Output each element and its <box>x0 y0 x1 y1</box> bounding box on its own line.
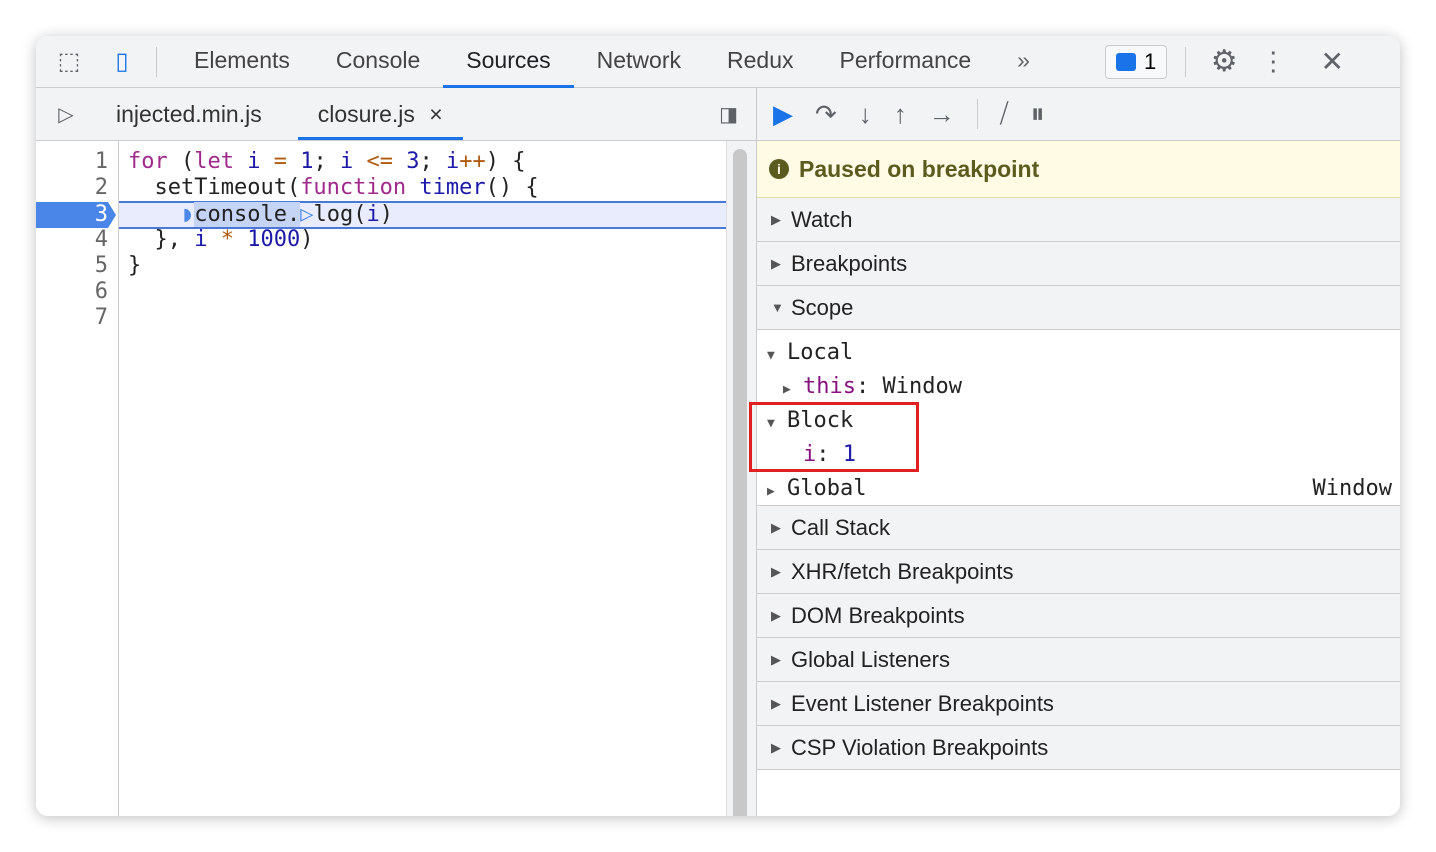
section-label: Scope <box>791 294 854 320</box>
line-number[interactable]: 1 <box>36 149 116 175</box>
section-label: Global Listeners <box>791 646 950 672</box>
section-xhr-breakpoints[interactable]: ▶ XHR/fetch Breakpoints <box>757 550 1400 594</box>
section-watch[interactable]: ▶ Watch <box>757 198 1400 242</box>
line-number[interactable]: 3 <box>36 202 116 228</box>
expand-icon: ▶ <box>771 651 781 667</box>
device-toolbar-icon[interactable]: ▯ <box>102 47 142 76</box>
paused-message: Paused on breakpoint <box>799 155 1040 182</box>
settings-gear-icon[interactable]: ⚙ <box>1204 44 1244 79</box>
info-icon: i <box>769 159 789 179</box>
paused-banner: i Paused on breakpoint <box>757 141 1400 198</box>
pause-on-exceptions-icon[interactable]: ⏸ <box>1031 98 1045 131</box>
section-scope[interactable]: ▼ Scope <box>757 286 1400 330</box>
section-event-listener-breakpoints[interactable]: ▶ Event Listener Breakpoints <box>757 682 1400 726</box>
line-number[interactable]: 4 <box>36 227 116 253</box>
divider <box>976 99 978 129</box>
step-icon[interactable]: → <box>929 99 955 130</box>
expand-icon: ▶ <box>771 607 781 623</box>
annotation-box <box>749 402 919 472</box>
code-line: }, i * 1000) <box>128 227 314 252</box>
line-number[interactable]: 5 <box>36 253 116 279</box>
issues-button[interactable]: 1 <box>1104 44 1168 79</box>
file-tab-injected[interactable]: injected.min.js <box>96 88 282 140</box>
line-number[interactable]: 7 <box>36 305 116 331</box>
scope-local[interactable]: ▼ Local <box>767 336 853 370</box>
scope-global-value: Window <box>1312 476 1392 501</box>
tab-console[interactable]: Console <box>313 36 443 88</box>
deactivate-breakpoints-icon[interactable]: ⧸ <box>1000 98 1009 130</box>
more-options-icon[interactable]: ⋮ <box>1244 46 1302 77</box>
expand-icon: ▶ <box>771 695 781 711</box>
expand-icon: ▶ <box>771 519 781 535</box>
section-call-stack[interactable]: ▶ Call Stack <box>757 506 1400 550</box>
collapse-icon: ▼ <box>771 300 784 315</box>
tab-redux[interactable]: Redux <box>704 36 816 88</box>
scope-global[interactable]: ▶ Global <box>767 472 866 506</box>
step-over-icon[interactable]: ↷ <box>815 99 837 130</box>
toggle-navigator-icon[interactable]: ▷ <box>36 102 96 127</box>
expand-icon: ▶ <box>771 563 781 579</box>
section-label: DOM Breakpoints <box>791 602 965 628</box>
section-label: Watch <box>791 206 853 232</box>
tab-sources[interactable]: Sources <box>443 36 575 88</box>
line-number[interactable]: 6 <box>36 279 116 305</box>
divider <box>156 46 157 77</box>
scope-tree: ▼ Local ▶ this: Window ▼ Block i: 1 ▶ Global… <box>749 330 1400 506</box>
message-icon <box>1115 52 1136 71</box>
section-global-listeners[interactable]: ▶ Global Listeners <box>757 638 1400 682</box>
resume-icon[interactable]: ▶ <box>773 99 793 130</box>
close-icon[interactable]: ✕ <box>1302 45 1362 78</box>
code-line: ◗console.▷log(i) <box>180 202 393 227</box>
debugger-controls: ▶ ↷ ↓ ↑ → ⧸ ⏸ <box>757 88 1400 141</box>
more-tabs-button[interactable]: » <box>994 36 1053 88</box>
code-line: setTimeout(function timer() { <box>128 175 539 200</box>
file-tabs: ▷ injected.min.js closure.js × ◨ <box>36 88 756 141</box>
tab-performance[interactable]: Performance <box>816 36 994 88</box>
inspect-element-icon[interactable]: ⬚ <box>36 47 102 76</box>
divider <box>1185 46 1187 77</box>
section-dom-breakpoints[interactable]: ▶ DOM Breakpoints <box>757 594 1400 638</box>
editor-scrollbar[interactable] <box>726 141 756 816</box>
debugger-sidebar: ▶ ↷ ↓ ↑ → ⧸ ⏸ i Paused on breakpoint ▶ Wa… <box>749 88 1400 816</box>
step-into-icon[interactable]: ↓ <box>859 99 872 130</box>
file-tab-closure[interactable]: closure.js × <box>297 88 463 140</box>
toggle-debugger-icon[interactable]: ◨ <box>719 102 738 127</box>
section-label: XHR/fetch Breakpoints <box>791 558 1014 584</box>
step-out-icon[interactable]: ↑ <box>894 99 907 130</box>
main-toolbar: ⬚ ▯ Elements Console Sources Network Red… <box>36 36 1400 88</box>
code-editor[interactable]: 1 2 3 4 5 6 7 for (let i = 1; i <= 3; i+… <box>36 141 726 816</box>
issues-count: 1 <box>1143 48 1157 74</box>
expand-icon: ▶ <box>771 255 781 271</box>
section-label: Event Listener Breakpoints <box>791 690 1054 716</box>
tab-elements[interactable]: Elements <box>171 36 313 88</box>
section-label: Breakpoints <box>791 250 908 276</box>
tab-network[interactable]: Network <box>574 36 704 88</box>
file-tab-label: closure.js <box>317 101 415 127</box>
devtools-window: ⬚ ▯ Elements Console Sources Network Red… <box>36 36 1400 816</box>
code-line: } <box>128 253 142 278</box>
section-breakpoints[interactable]: ▶ Breakpoints <box>757 242 1400 286</box>
expand-icon: ▶ <box>771 211 781 227</box>
section-label: Call Stack <box>791 514 891 540</box>
close-file-icon[interactable]: × <box>429 101 442 127</box>
expand-icon: ▶ <box>771 739 781 755</box>
section-csp-breakpoints[interactable]: ▶ CSP Violation Breakpoints <box>757 726 1400 770</box>
line-number[interactable]: 2 <box>36 175 116 201</box>
code-line: for (let i = 1; i <= 3; i++) { <box>128 149 526 174</box>
scope-this[interactable]: ▶ this: Window <box>783 370 962 404</box>
section-label: CSP Violation Breakpoints <box>791 734 1049 760</box>
